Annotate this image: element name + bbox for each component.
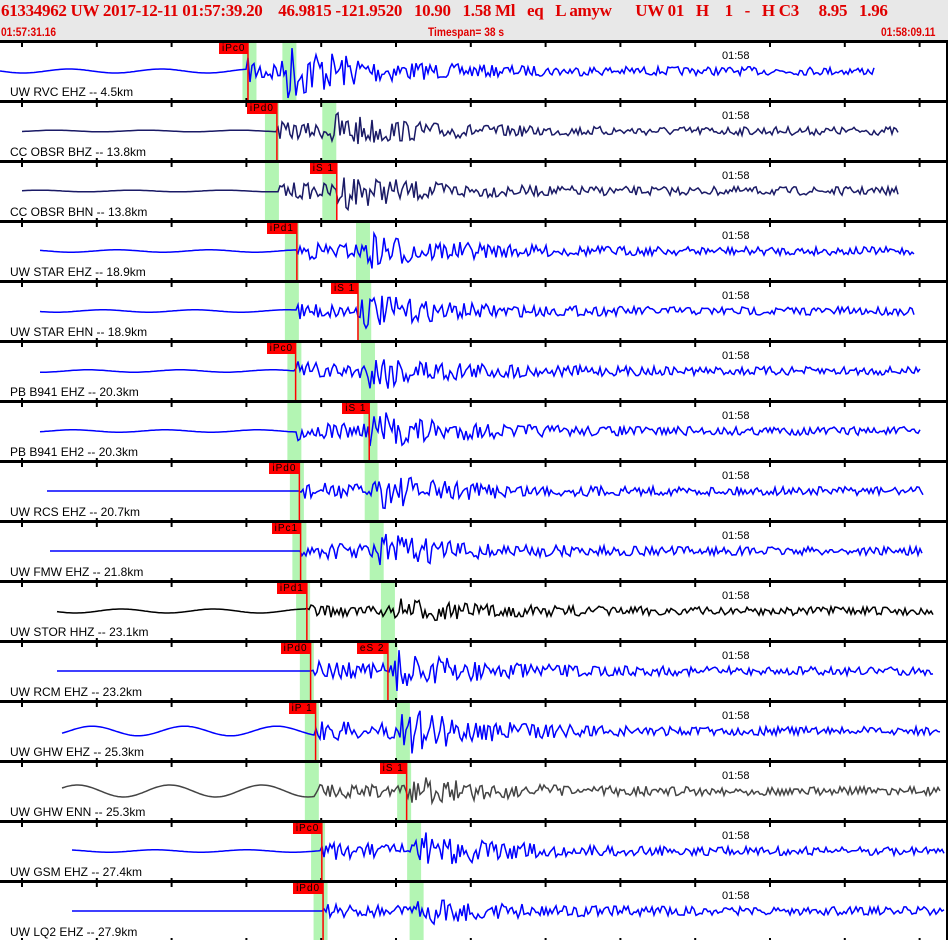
trace-panel[interactable]: 01:58 UW GSM EHZ -- 27.4km iPc0 [0, 820, 948, 880]
channel-label: UW GHW ENN -- 25.3km [10, 805, 146, 819]
minute-label: 01:58 [722, 710, 750, 722]
phase-pick-flag[interactable]: iPd0 [269, 463, 300, 474]
p-arrival-band [284, 283, 299, 340]
trace-panel[interactable]: 01:58 UW STOR HHZ -- 23.1km iPd1 [0, 580, 948, 640]
trace-panel[interactable]: 01:58 UW STAR EHZ -- 18.9km iPd1 [0, 220, 948, 280]
phase-pick-flag[interactable]: iPc1 [271, 523, 302, 534]
waveform-trace [39, 230, 915, 269]
channel-label: CC OBSR BHZ -- 13.8km [10, 145, 147, 159]
channel-label: UW GSM EHZ -- 27.4km [10, 865, 143, 879]
minute-label: 01:58 [722, 170, 750, 182]
waveform-trace [39, 295, 915, 330]
minute-label: 01:58 [722, 230, 750, 242]
channel-label: CC OBSR BHN -- 13.8km [10, 205, 148, 219]
phase-pick-flag[interactable]: iPd0 [280, 643, 311, 654]
waveform-trace [61, 710, 941, 754]
trace-panel[interactable]: 01:58 UW LQ2 EHZ -- 27.9km iPd0 [0, 880, 948, 940]
channel-label: UW RCS EHZ -- 20.7km [10, 505, 141, 519]
minute-label: 01:58 [722, 830, 750, 842]
trace-panel[interactable]: 01:58 UW FMW EHZ -- 21.8km iPc1 [0, 520, 948, 580]
waveform-trace [21, 111, 899, 145]
waveform-trace [39, 412, 921, 447]
minute-label: 01:58 [722, 350, 750, 362]
phase-pick-flag[interactable]: iPd0 [246, 103, 277, 114]
start-time: 01:57:31.16 [1, 25, 57, 39]
waveform-trace [72, 899, 945, 926]
channel-label: UW STOR HHZ -- 23.1km [10, 625, 149, 639]
trace-panel[interactable]: 01:58 UW GHW EHZ -- 25.3km iP 1 [0, 700, 948, 760]
event-header: 61334962 UW 2017-12-11 01:57:39.20 46.98… [0, 0, 948, 40]
trace-panel[interactable]: 01:58 UW RCM EHZ -- 23.2km iPd0 eS 2 [0, 640, 948, 700]
channel-label: UW STAR EHZ -- 18.9km [10, 265, 146, 279]
minute-label: 01:58 [722, 530, 750, 542]
minute-label: 01:58 [722, 50, 750, 62]
minute-label: 01:58 [722, 110, 750, 122]
channel-label: PB B941 EHZ -- 20.3km [10, 385, 139, 399]
waveform-trace [71, 832, 945, 865]
phase-pick-flag[interactable]: iPc0 [266, 343, 297, 354]
minute-label: 01:58 [722, 290, 750, 302]
minute-label: 01:58 [722, 770, 750, 782]
event-summary: 61334962 UW 2017-12-11 01:57:39.20 46.98… [1, 1, 888, 20]
channel-label: UW RCM EHZ -- 23.2km [10, 685, 142, 699]
trace-panel[interactable]: 01:58 UW GHW ENN -- 25.3km iS 1 [0, 760, 948, 820]
minute-label: 01:58 [722, 470, 750, 482]
channel-label: PB B941 EH2 -- 20.3km [10, 445, 139, 459]
minute-label: 01:58 [722, 410, 750, 422]
phase-pick-flag[interactable]: iP 1 [288, 703, 316, 714]
timespan: Timespan= 38 s [428, 25, 505, 39]
minute-label: 01:58 [722, 650, 750, 662]
channel-label: UW GHW EHZ -- 25.3km [10, 745, 144, 759]
trace-panel[interactable]: 01:58 PB B941 EH2 -- 20.3km iS 1 [0, 400, 948, 460]
s-arrival-band [360, 343, 375, 400]
channel-label: UW RVC EHZ -- 4.5km [10, 85, 134, 99]
waveform-trace [50, 533, 923, 566]
trace-panel[interactable]: 01:58 UW STAR EHN -- 18.9km iS 1 [0, 280, 948, 340]
trace-panel[interactable]: 01:58 UW RCS EHZ -- 20.7km iPd0 [0, 460, 948, 520]
phase-pick-flag[interactable]: iPd1 [276, 583, 307, 594]
s-arrival-band [380, 583, 395, 640]
phase-pick-flag[interactable]: iS 1 [330, 283, 359, 294]
phase-pick-flag[interactable]: eS 2 [356, 643, 388, 654]
channel-label: UW STAR EHN -- 18.9km [10, 325, 148, 339]
trace-panel[interactable]: 01:58 CC OBSR BHZ -- 13.8km iPd0 [0, 100, 948, 160]
phase-pick-flag[interactable]: iS 1 [379, 763, 407, 774]
phase-pick-flag[interactable]: iPc0 [292, 823, 323, 834]
trace-panel[interactable]: 01:58 PB B941 EHZ -- 20.3km iPc0 [0, 340, 948, 400]
phase-pick-flag[interactable]: iS 1 [342, 403, 370, 414]
phase-pick-flag[interactable]: iS 1 [309, 163, 338, 174]
channel-label: UW FMW EHZ -- 21.8km [10, 565, 144, 579]
waveform-trace [47, 476, 924, 510]
end-time: 01:58:09.11 [881, 25, 936, 39]
trace-panel[interactable]: 01:58 CC OBSR BHN -- 13.8km iS 1 [0, 160, 948, 220]
waveform-trace [57, 650, 934, 691]
waveform-trace [40, 359, 921, 389]
phase-pick-flag[interactable]: iPd0 [293, 883, 324, 894]
phase-pick-flag[interactable]: iPc0 [218, 43, 249, 54]
minute-label: 01:58 [722, 590, 750, 602]
channel-label: UW LQ2 EHZ -- 27.9km [10, 925, 138, 939]
minute-label: 01:58 [722, 890, 750, 902]
waveform-trace [61, 777, 941, 806]
phase-pick-flag[interactable]: iPd1 [266, 223, 297, 234]
waveform-trace [56, 598, 934, 622]
trace-panel[interactable]: 01:58 UW RVC EHZ -- 4.5km iPc0 [0, 40, 948, 100]
waveform-trace [21, 177, 899, 212]
